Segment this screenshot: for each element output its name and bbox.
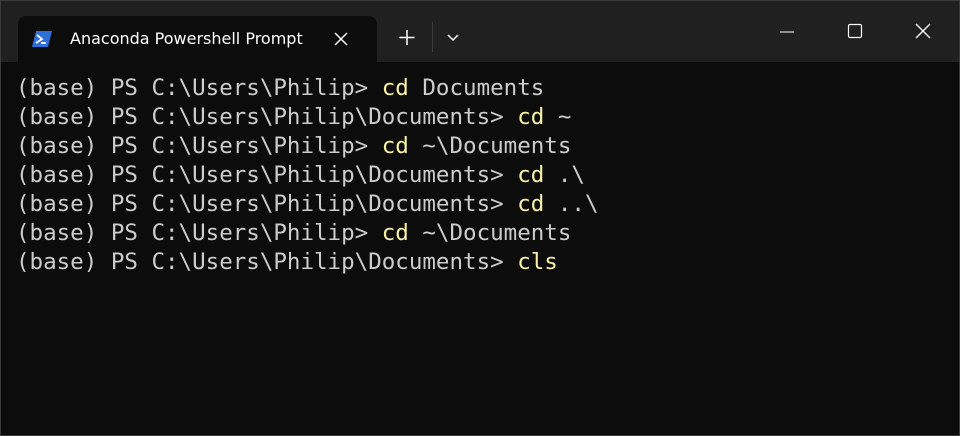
plus-icon[interactable] [391,24,423,52]
terminal-line: (base) PS C:\Users\Philip\Documents> cd … [16,103,951,132]
terminal-args: ~\Documents [408,220,572,246]
chevron-down-icon[interactable] [441,24,465,52]
tab-title: Anaconda Powershell Prompt [70,29,303,48]
terminal-command: cls [517,249,558,275]
terminal-line: (base) PS C:\Users\Philip> cd ~\Document… [16,219,951,248]
terminal-prompt: (base) PS C:\Users\Philip\Documents> [16,191,518,217]
terminal-prompt: (base) PS C:\Users\Philip> [16,75,382,101]
terminal-line: (base) PS C:\Users\Philip> cd ~\Document… [16,132,951,161]
terminal-args: .\ [544,162,585,188]
terminal-args: ..\ [544,191,599,217]
terminal-args: ~ [544,104,572,130]
tab-close-icon[interactable] [331,29,351,49]
terminal-prompt: (base) PS C:\Users\Philip\Documents> [16,249,518,275]
minimize-button[interactable] [753,1,821,61]
powershell-icon [32,29,52,49]
maximize-icon [847,23,863,39]
close-button[interactable] [889,1,957,61]
terminal-command: cd [517,104,545,130]
terminal-command: cd [381,75,409,101]
terminal-prompt: (base) PS C:\Users\Philip\Documents> [16,104,518,130]
terminal-args: ~\Documents [408,133,572,159]
terminal-prompt: (base) PS C:\Users\Philip> [16,220,382,246]
terminal-command: cd [381,133,409,159]
terminal-window: Anaconda Powershell Prompt (base) PS C:\… [0,0,960,436]
tab-anaconda-powershell-prompt[interactable]: Anaconda Powershell Prompt [18,16,377,62]
terminal-line: (base) PS C:\Users\Philip\Documents> cls [16,248,951,277]
terminal-line: (base) PS C:\Users\Philip\Documents> cd … [16,161,951,190]
terminal-args: Documents [408,75,545,101]
minimize-icon [780,31,794,33]
terminal-command: cd [381,220,409,246]
terminal-line: (base) PS C:\Users\Philip\Documents> cd … [16,190,951,219]
tab-separator [432,22,433,52]
terminal-prompt: (base) PS C:\Users\Philip> [16,133,382,159]
title-bar[interactable]: Anaconda Powershell Prompt [1,1,959,62]
terminal-command: cd [517,191,545,217]
terminal-command: cd [517,162,545,188]
maximize-button[interactable] [821,1,889,61]
terminal-output[interactable]: (base) PS C:\Users\Philip> cd Documents(… [16,74,951,277]
close-icon [915,23,931,39]
terminal-prompt: (base) PS C:\Users\Philip\Documents> [16,162,518,188]
terminal-line: (base) PS C:\Users\Philip> cd Documents [16,74,951,103]
